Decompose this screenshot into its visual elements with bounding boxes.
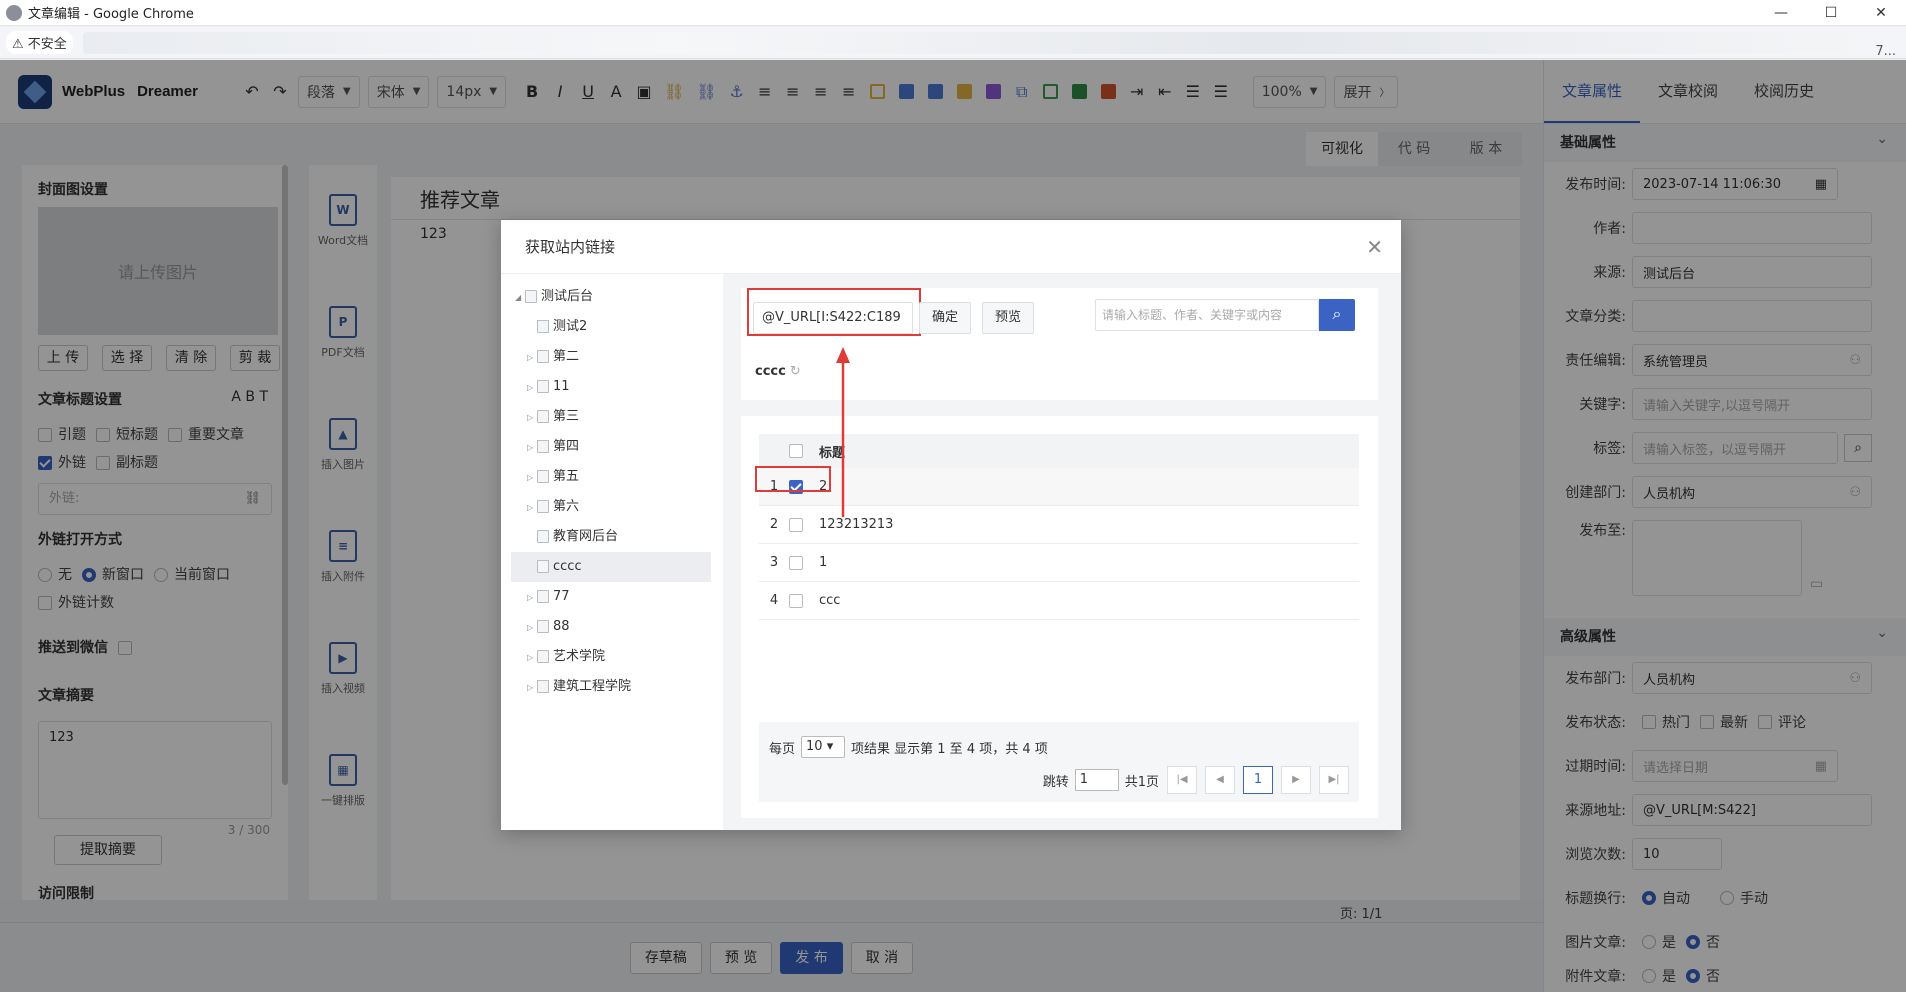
tree-node-label: 测试2	[553, 319, 588, 334]
tree-node[interactable]: cccc	[511, 552, 711, 582]
annotation-arrow-icon	[836, 347, 850, 517]
refresh-icon[interactable]: ↻	[790, 364, 801, 379]
tree-node[interactable]: ▷ 建筑工程学院	[511, 672, 711, 702]
current-page-button[interactable]: 1	[1243, 766, 1273, 794]
tree-node-label: 11	[553, 379, 570, 394]
tree-node[interactable]: ▷ 艺术学院	[511, 642, 711, 672]
first-page-icon[interactable]: |◀	[1167, 766, 1197, 794]
table-row[interactable]: 4 ccc	[759, 582, 1359, 620]
folder-icon	[537, 500, 549, 513]
tree-node-label: cccc	[553, 559, 582, 574]
folder-icon	[537, 650, 549, 663]
next-page-icon[interactable]: ▶	[1281, 766, 1311, 794]
prev-page-icon[interactable]: ◀	[1205, 766, 1235, 794]
tree-node-label: 88	[553, 619, 570, 634]
tree-expand-icon[interactable]: ▷	[527, 433, 537, 463]
folder-icon	[537, 680, 549, 693]
minimize-icon[interactable]: —	[1756, 0, 1806, 26]
site-tree: ◢ 测试后台测试2 ▷ 第二 ▷ 11 ▷ 第三 ▷ 第四 ▷ 第五 ▷ 第六教育网后台 cccc ▷ 77 ▷ 8…	[511, 282, 711, 822]
tree-node[interactable]: ◢ 测试后台	[511, 282, 711, 312]
folder-icon	[537, 470, 549, 483]
tree-expand-icon[interactable]: ▷	[527, 463, 537, 493]
tree-expand-icon[interactable]: ▷	[527, 613, 537, 643]
jump-page-input[interactable]: 1	[1074, 769, 1119, 791]
pagination: 每页 10 ▾ 项结果 显示第 1 至 4 项，共 4 项 跳转 1 共1页 |…	[759, 722, 1359, 802]
folder-icon	[537, 380, 549, 393]
tree-node[interactable]: ▷ 88	[511, 612, 711, 642]
tree-expand-icon[interactable]: ▷	[527, 673, 537, 703]
tree-expand-icon[interactable]: ◢	[515, 283, 525, 313]
row-number: 3	[769, 555, 779, 570]
row-checkbox[interactable]	[789, 555, 803, 570]
tree-node[interactable]: 教育网后台	[511, 522, 711, 552]
tree-node[interactable]: ▷ 77	[511, 582, 711, 612]
tree-node-label: 测试后台	[541, 289, 594, 304]
folder-icon	[537, 440, 549, 453]
tree-expand-icon[interactable]: ▷	[527, 493, 537, 523]
row-number: 2	[769, 517, 779, 532]
tree-expand-icon[interactable]: ▷	[527, 343, 537, 373]
folder-icon	[537, 410, 549, 423]
folder-icon	[537, 590, 549, 603]
row-checkbox[interactable]	[789, 593, 803, 608]
url-field[interactable]	[82, 31, 1863, 54]
maximize-icon[interactable]: ☐	[1806, 0, 1856, 26]
site-link-dialog: 获取站内链接 ✕ ◢ 测试后台 测试2 ▷ 第二 ▷ 11 ▷ 第三 ▷ 第四 ▷ 第五 ▷ 第六 教育网后台…	[501, 220, 1401, 830]
article-search-input[interactable]: 请输入标题、作者、关键字或内容	[1095, 299, 1319, 331]
confirm-button[interactable]: 确定	[919, 302, 972, 334]
tree-node-label: 第三	[553, 409, 580, 424]
tree-node[interactable]: ▷ 第三	[511, 402, 711, 432]
tree-node[interactable]: ▷ 第六	[511, 492, 711, 522]
tree-node[interactable]: ▷ 第二	[511, 342, 711, 372]
tree-node-label: 艺术学院	[553, 649, 606, 664]
highlight-box-url	[747, 288, 921, 336]
window-title: 文章编辑 - Google Chrome	[28, 7, 194, 22]
tree-node-label: 第六	[553, 499, 580, 514]
result-info: 项结果 显示第 1 至 4 项，共 4 项	[851, 741, 1048, 757]
tree-node-label: 教育网后台	[553, 529, 619, 544]
tree-node[interactable]: ▷ 第四	[511, 432, 711, 462]
search-icon[interactable]: ⌕	[1319, 299, 1355, 331]
tree-node-label: 建筑工程学院	[553, 679, 632, 694]
row-title[interactable]: ccc	[819, 593, 840, 608]
close-window-icon[interactable]: ✕	[1856, 0, 1906, 26]
browser-title-bar: 文章编辑 - Google Chrome — ☐ ✕	[0, 0, 1906, 26]
tree-expand-icon[interactable]: ▷	[527, 643, 537, 673]
last-page-icon[interactable]: ▶|	[1319, 766, 1349, 794]
tree-node[interactable]: ▷ 11	[511, 372, 711, 402]
tree-node-label: 第四	[553, 439, 580, 454]
folder-icon	[537, 350, 549, 363]
row-checkbox[interactable]	[789, 517, 803, 532]
tree-expand-icon[interactable]: ▷	[527, 583, 537, 613]
close-icon[interactable]: ✕	[1366, 220, 1383, 274]
tree-node-label: 第五	[553, 469, 580, 484]
tree-node-label: 第二	[553, 349, 580, 364]
preview-link-button[interactable]: 预览	[982, 302, 1035, 334]
tree-expand-icon[interactable]: ▷	[527, 373, 537, 403]
current-folder: cccc ↻	[755, 364, 801, 379]
highlight-box-row	[755, 466, 831, 492]
table-row[interactable]: 31	[759, 544, 1359, 582]
row-number: 4	[769, 593, 779, 608]
tree-node[interactable]: 测试2	[511, 312, 711, 342]
address-bar[interactable]: ⚠ 不安全 7...	[0, 27, 1906, 71]
tree-expand-icon[interactable]: ▷	[527, 403, 537, 433]
dialog-title: 获取站内链接	[525, 238, 616, 256]
select-all-checkbox[interactable]	[789, 444, 803, 458]
folder-icon	[537, 530, 549, 543]
total-pages: 共1页	[1124, 774, 1159, 790]
tree-node[interactable]: ▷ 第五	[511, 462, 711, 492]
folder-icon	[537, 320, 549, 333]
chrome-logo-icon	[6, 4, 22, 21]
page-size-select[interactable]: 10 ▾	[801, 736, 846, 758]
insecure-badge[interactable]: ⚠ 不安全	[6, 31, 73, 54]
folder-icon	[537, 620, 549, 633]
folder-icon	[525, 290, 537, 303]
tree-node-label: 77	[553, 589, 570, 604]
folder-icon	[537, 560, 549, 573]
row-title[interactable]: 1	[819, 555, 827, 570]
